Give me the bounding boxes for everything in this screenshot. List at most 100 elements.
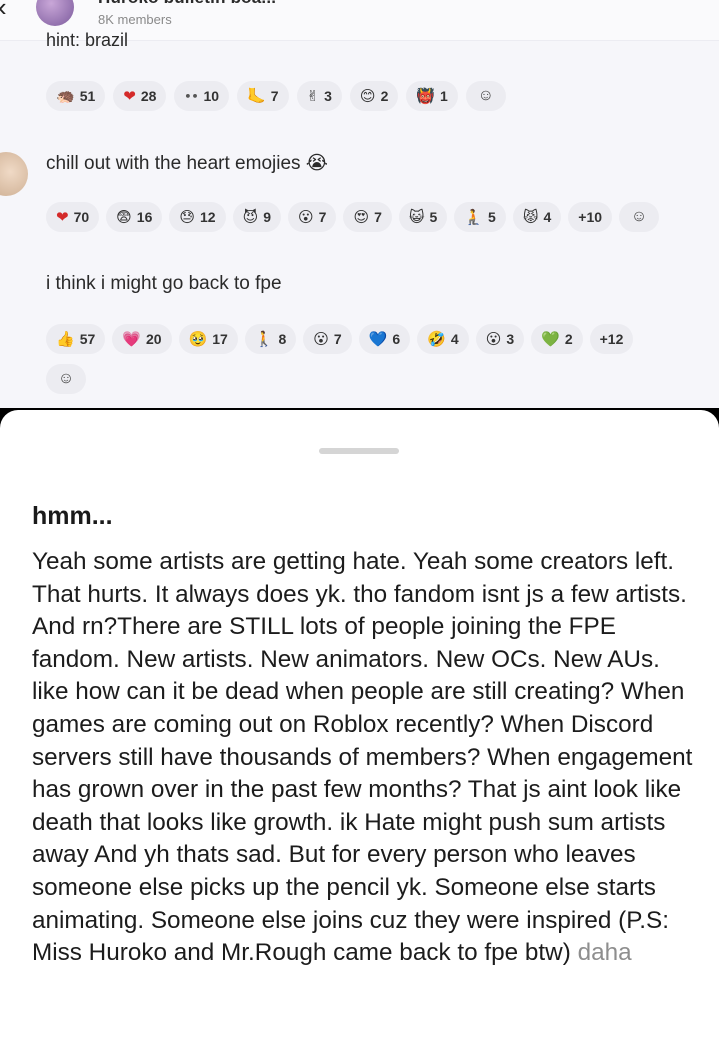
reaction-emoji: 💚	[541, 330, 560, 348]
reaction-pill[interactable]: ✌ 3	[296, 81, 342, 111]
post-body: Yeah some artists are getting hate. Yeah…	[32, 546, 702, 970]
reaction-pill[interactable]: 🤣 4	[417, 324, 469, 354]
reaction-pill[interactable]: 👍 57	[46, 324, 106, 354]
embedded-chat-screenshot: ‹ Huroko bulletin boa... 8K members hint…	[0, 0, 719, 410]
more-reactions-pill[interactable]: +10	[568, 202, 613, 232]
reaction-emoji: 😍	[353, 208, 370, 226]
add-reaction-button[interactable]: ☺	[46, 364, 86, 394]
back-arrow-icon[interactable]: ‹	[0, 0, 7, 23]
reaction-emoji: 😨	[116, 208, 132, 226]
reaction-pill[interactable]: 🚶 8	[244, 324, 297, 354]
reaction-emoji: 😮	[298, 208, 314, 226]
reaction-count: 17	[212, 331, 228, 347]
reaction-row: ❤ 70 😨 16 😓 12 😈 9 😮 7 😍 7 😺 5 🧎 5 😾 4 +10 ☺	[46, 202, 660, 232]
drag-handle[interactable]	[319, 448, 399, 454]
reaction-emoji: ❤	[123, 87, 136, 105]
reaction-count: 57	[79, 331, 96, 347]
reaction-pill[interactable]: 😮 7	[288, 202, 337, 232]
reaction-emoji: ❤	[56, 208, 69, 226]
post-sheet: hmm... Yeah some artists are getting hat…	[0, 410, 719, 1038]
reaction-pill[interactable]: 😈 9	[232, 202, 282, 232]
read-more-link[interactable]: daha	[578, 939, 632, 966]
reaction-emoji: 😈	[242, 208, 259, 226]
reaction-count: 51	[79, 88, 96, 104]
reaction-emoji: 🤣	[427, 330, 446, 348]
more-reactions-pill[interactable]: +12	[589, 324, 634, 354]
reaction-count: 2	[564, 331, 573, 347]
reaction-count: 7	[374, 209, 382, 225]
reaction-pill[interactable]: ❤ 70	[46, 202, 100, 232]
reaction-count: 8	[278, 331, 287, 347]
reaction-emoji: 💗	[122, 330, 141, 348]
reaction-pill[interactable]: 😊 2	[349, 81, 399, 111]
group-avatar[interactable]	[36, 0, 74, 26]
reaction-count: 7	[270, 88, 279, 104]
reaction-row: 🦔 51 ❤ 28 •• 10 🦶 7 ✌ 3 😊 2 👹 1 ☺	[46, 81, 506, 111]
add-reaction-button[interactable]: ☺	[619, 202, 660, 232]
reaction-count: 7	[318, 209, 327, 225]
reaction-pill[interactable]: 💗 20	[112, 324, 172, 354]
message-text: chill out with the heart emojies 😭	[46, 153, 328, 174]
reaction-pill[interactable]: 😮 7	[303, 324, 352, 354]
reaction-count: 4	[450, 331, 459, 347]
reaction-emoji: 👍	[56, 330, 75, 348]
smiley-plus-icon: ☺	[477, 87, 495, 104]
reaction-count: 3	[324, 88, 332, 104]
message-text: i think i might go back to fpe	[46, 273, 282, 294]
reaction-count: 5	[429, 209, 438, 225]
reaction-emoji: 👹	[416, 87, 436, 105]
reaction-pill[interactable]: 😾 4	[512, 202, 562, 232]
reaction-count: 28	[140, 88, 157, 104]
smiley-plus-icon: ☺	[57, 370, 75, 387]
reaction-pill[interactable]: ❤ 28	[113, 81, 167, 111]
reaction-count: 6	[392, 331, 401, 347]
reaction-count: 7	[333, 331, 342, 347]
reaction-emoji: 😊	[359, 87, 376, 105]
reaction-pill[interactable]: 🧎 5	[454, 202, 506, 232]
smiley-plus-icon: ☺	[630, 208, 648, 225]
reaction-emoji: 🥹	[188, 330, 208, 348]
reaction-emoji: 💙	[368, 330, 388, 348]
reaction-emoji: ••	[184, 89, 199, 103]
reaction-emoji: 🚶	[254, 330, 274, 348]
group-title: Huroko bulletin boa...	[98, 0, 276, 8]
reaction-pill[interactable]: •• 10	[174, 81, 230, 111]
reaction-count: 3	[506, 331, 515, 347]
reaction-emoji: 😮	[313, 330, 329, 348]
reaction-row: 👍 57 💗 20 🥹 17 🚶 8 😮 7 💙 6 🤣 4 😮 3 💚 2 +12	[46, 324, 634, 354]
reaction-pill[interactable]: 😨 16	[106, 202, 163, 232]
reaction-count: 10	[203, 88, 220, 104]
sender-avatar[interactable]	[0, 152, 28, 196]
post-body-text: Yeah some artists are getting hate. Yeah…	[32, 548, 693, 967]
message-text: hint: brazil	[46, 30, 129, 50]
reaction-count: 12	[200, 209, 216, 225]
reaction-count: 16	[136, 209, 153, 225]
reaction-count: 70	[73, 209, 90, 225]
reaction-count: 4	[543, 209, 552, 225]
group-member-count: 8K members	[98, 12, 172, 27]
reaction-count: 20	[145, 331, 162, 347]
reaction-emoji: 😮	[485, 330, 502, 348]
reaction-pill[interactable]: 🦔 51	[46, 81, 106, 111]
reaction-emoji: 🦔	[56, 87, 75, 105]
post-title: hmm...	[32, 502, 113, 530]
reaction-pill[interactable]: 😍 7	[343, 202, 392, 232]
reaction-pill[interactable]: 😮 3	[475, 324, 525, 354]
reaction-pill[interactable]: 👹 1	[406, 81, 458, 111]
reaction-pill[interactable]: 😺 5	[398, 202, 448, 232]
reaction-pill[interactable]: 🥹 17	[178, 324, 238, 354]
reaction-count: 2	[380, 88, 389, 104]
reaction-pill[interactable]: 💙 6	[358, 324, 411, 354]
reaction-pill[interactable]: 🦶 7	[237, 81, 289, 111]
reaction-pill[interactable]: 😓 12	[169, 202, 226, 232]
add-reaction-button[interactable]: ☺	[465, 81, 506, 111]
reaction-emoji: 😾	[522, 208, 539, 226]
reaction-pill[interactable]: 💚 2	[531, 324, 583, 354]
more-reactions-count: +12	[599, 331, 624, 347]
reaction-count: 5	[488, 209, 496, 225]
reaction-emoji: 🦶	[247, 87, 266, 105]
reaction-emoji: ✌	[306, 87, 320, 105]
reaction-emoji: 😓	[179, 208, 196, 226]
reaction-emoji: 😺	[408, 208, 425, 226]
reaction-emoji: 🧎	[464, 208, 484, 226]
